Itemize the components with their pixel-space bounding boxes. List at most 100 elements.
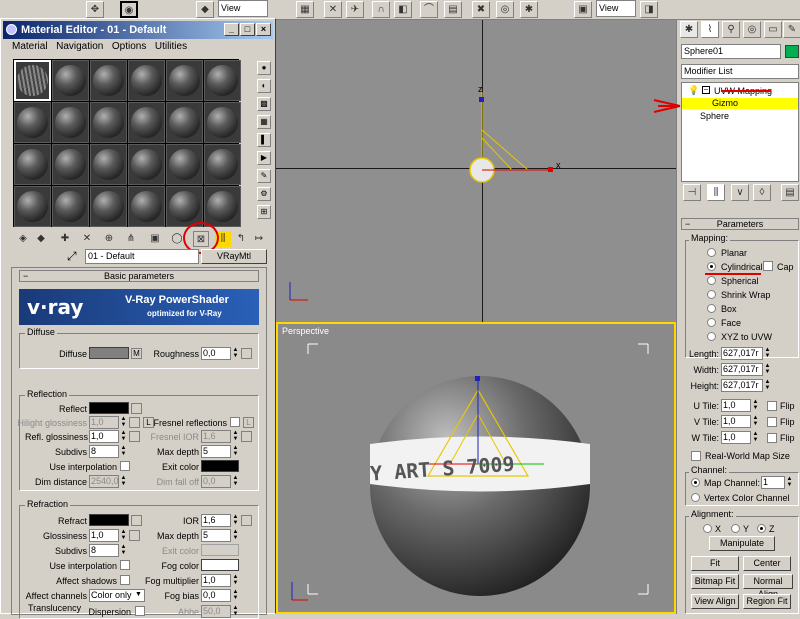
diffuse-color-swatch[interactable] — [89, 347, 129, 359]
sample-slot[interactable] — [52, 102, 89, 143]
fog-multiplier-spinner-icon[interactable]: ▲ ▼ — [232, 574, 239, 587]
parameters-header[interactable]: − Parameters — [681, 218, 799, 230]
fresnel-ior-spinner-icon[interactable]: ▲ ▼ — [232, 430, 239, 443]
material-map-navigator-icon[interactable]: ⊞ — [257, 205, 271, 219]
move-icon[interactable]: ✥ — [86, 1, 104, 18]
refr-subdivs-input[interactable]: 8 — [89, 544, 119, 557]
schematic-icon[interactable]: ▤ — [444, 1, 462, 18]
height-spinner-icon[interactable]: ▲ ▼ — [764, 379, 771, 392]
reference-coord-select[interactable]: View — [218, 0, 268, 17]
menu-navigation[interactable]: Navigation — [56, 40, 103, 54]
dim-falloff-spinner-icon[interactable]: ▲ ▼ — [232, 475, 239, 488]
refr-subdivs-spinner-icon[interactable]: ▲ ▼ — [120, 544, 127, 557]
affect-shadows-checkbox[interactable] — [120, 575, 130, 585]
backlight-icon[interactable]: ◐ — [257, 79, 271, 93]
wtile-flip-checkbox[interactable] — [767, 433, 777, 443]
put-to-library-icon[interactable]: ▣ — [147, 231, 163, 247]
render-type-select[interactable]: View — [596, 0, 636, 17]
reflect-color-swatch[interactable] — [89, 402, 129, 414]
refl-exit-color-swatch[interactable] — [201, 460, 239, 472]
sample-slot[interactable] — [14, 144, 51, 185]
motion-tab-icon[interactable]: ◎ — [743, 21, 761, 38]
normal-align-button[interactable]: Normal Align — [743, 574, 793, 599]
make-preview-icon[interactable]: ▶ — [257, 151, 271, 165]
sample-slot[interactable] — [166, 186, 203, 227]
refr-glossiness-input[interactable]: 1,0 — [89, 529, 119, 542]
mapping-shrinkwrap-radio[interactable] — [707, 290, 716, 299]
utile-flip-checkbox[interactable] — [767, 401, 777, 411]
dim-falloff-input[interactable]: 0,0 — [201, 475, 231, 488]
assign-material-icon[interactable]: ✚ — [57, 231, 73, 247]
remove-modifier-icon[interactable]: ◊ — [753, 184, 771, 201]
wtile-input[interactable]: 1,0 — [721, 431, 751, 444]
configure-sets-icon[interactable]: ▤ — [781, 184, 799, 201]
render-icon[interactable]: ✱ — [520, 1, 538, 18]
width-input[interactable]: 627,017r — [721, 363, 763, 376]
material-type-button[interactable]: VRayMtl — [201, 249, 267, 264]
pick-material-icon[interactable]: ⤢ — [67, 249, 77, 264]
refr-gloss-spinner-icon[interactable]: ▲ ▼ — [120, 529, 127, 542]
sample-slot[interactable] — [90, 102, 127, 143]
stack-item-sphere[interactable]: Sphere — [700, 111, 729, 121]
vtile-flip-checkbox[interactable] — [767, 417, 777, 427]
create-tab-icon[interactable]: ✱ — [680, 21, 698, 38]
view-align-button[interactable]: View Align — [691, 594, 739, 609]
mapping-planar-radio[interactable] — [707, 248, 716, 257]
abbe-input[interactable]: 50,0 — [201, 605, 231, 618]
wtile-spinner-icon[interactable]: ▲ ▼ — [752, 431, 759, 444]
manipulate-button[interactable]: Manipulate — [709, 536, 775, 551]
vtile-input[interactable]: 1,0 — [721, 415, 751, 428]
sample-slot[interactable] — [128, 186, 165, 227]
dim-distance-spinner-icon[interactable]: ▲ ▼ — [120, 475, 127, 488]
get-material-icon[interactable]: ◈ — [15, 231, 31, 247]
snap-icon[interactable]: ∩ — [372, 1, 390, 18]
fresnel-ior-map-button[interactable] — [241, 431, 252, 442]
render-setup-icon[interactable]: ◎ — [496, 1, 514, 18]
minimize-button[interactable]: _ — [224, 23, 239, 36]
utile-spinner-icon[interactable]: ▲ ▼ — [752, 399, 759, 412]
go-forward-sibling-icon[interactable]: ↦ — [251, 231, 267, 247]
fog-bias-spinner-icon[interactable]: ▲ ▼ — [232, 589, 239, 602]
hilight-spinner-icon[interactable]: ▲ ▼ — [120, 416, 127, 429]
sample-slot[interactable] — [14, 186, 51, 227]
viewport-top[interactable]: z x — [276, 20, 676, 322]
refl-subdivs-spinner-icon[interactable]: ▲ ▼ — [120, 445, 127, 458]
refr-exit-color-swatch[interactable] — [201, 544, 239, 556]
uv-tiling-icon[interactable]: ▦ — [257, 115, 271, 129]
fog-bias-input[interactable]: 0,0 — [201, 589, 231, 602]
rotate-icon[interactable]: ◆ — [196, 1, 214, 18]
make-copy-icon[interactable]: ⊕ — [101, 231, 117, 247]
sample-slot[interactable] — [52, 60, 89, 101]
align-x-radio[interactable] — [703, 524, 712, 533]
modify-tab-icon[interactable]: ⌇ — [701, 21, 719, 38]
material-editor-icon[interactable]: ✖ — [472, 1, 490, 18]
cap-checkbox[interactable] — [763, 261, 773, 271]
refr-gloss-map-button[interactable] — [129, 530, 140, 541]
height-input[interactable]: 627,017r — [721, 379, 763, 392]
refl-max-depth-input[interactable]: 5 — [201, 445, 231, 458]
refr-max-depth-spinner-icon[interactable]: ▲ ▼ — [232, 529, 239, 542]
refl-subdivs-input[interactable]: 8 — [89, 445, 119, 458]
sample-slot[interactable] — [166, 144, 203, 185]
center-button[interactable]: Center — [743, 556, 791, 571]
pin-stack-icon[interactable]: ⊣ — [683, 184, 701, 201]
maximize-button[interactable]: □ — [240, 23, 255, 36]
utilities-tab-icon[interactable]: ✎ — [783, 21, 800, 38]
select-object-icon[interactable]: ◉ — [120, 1, 138, 18]
map-channel-radio[interactable] — [691, 478, 700, 487]
mapping-box-radio[interactable] — [707, 304, 716, 313]
width-spinner-icon[interactable]: ▲ ▼ — [764, 363, 771, 376]
menu-options[interactable]: Options — [112, 40, 146, 54]
make-unique-icon[interactable]: ⋔ — [123, 231, 139, 247]
sample-slot[interactable] — [204, 60, 241, 101]
mapping-cylindrical-radio[interactable] — [707, 262, 716, 271]
align-icon[interactable]: ✈ — [346, 1, 364, 18]
roughness-map-button[interactable] — [241, 348, 252, 359]
sample-slot[interactable] — [14, 60, 51, 101]
utile-input[interactable]: 1,0 — [721, 399, 751, 412]
menu-utilities[interactable]: Utilities — [155, 40, 187, 54]
ior-spinner-icon[interactable]: ▲ ▼ — [232, 514, 239, 527]
length-spinner-icon[interactable]: ▲ ▼ — [764, 347, 771, 360]
select-by-material-icon[interactable]: ⚙ — [257, 187, 271, 201]
abbe-spinner-icon[interactable]: ▲ ▼ — [232, 605, 239, 618]
